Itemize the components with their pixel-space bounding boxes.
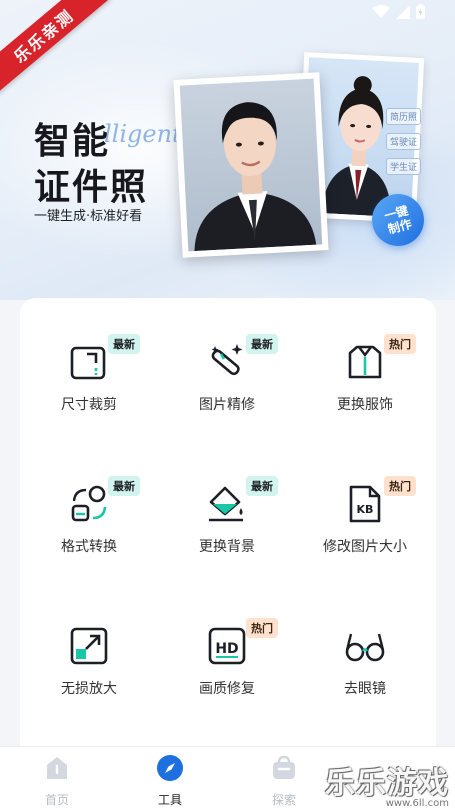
svg-text:KB: KB (357, 503, 374, 516)
sample-photo-male (173, 72, 329, 258)
tab-explore[interactable]: 探索 (244, 755, 324, 808)
photo-type-tags: 简历照 驾驶证 学生证 (386, 108, 422, 175)
glasses-icon (345, 633, 385, 662)
paint-bucket-icon (209, 486, 243, 522)
site-watermark: 乐乐游戏 www.6ll.com (325, 758, 449, 809)
tag-badge: 热门 (384, 476, 416, 496)
hero-subtitle: 一键生成·标准好看 (34, 209, 143, 224)
tool-quality-repair[interactable]: HD 热门 画质修复 (158, 582, 296, 712)
tag-badge: 最新 (246, 334, 278, 354)
watermark-title: 乐乐游戏 (325, 766, 449, 801)
tab-label: 工具 (157, 793, 182, 807)
enlarge-icon (70, 627, 108, 665)
tag-badge: 最新 (108, 334, 140, 354)
tool-change-background[interactable]: 最新 更换背景 (158, 440, 296, 570)
hero-banner[interactable]: 乐乐亲测 lligent 智能 证件照 一键生成·标准好看 简历照 驾驶证 学生… (0, 0, 455, 300)
tool-remove-glasses[interactable]: 去眼镜 (296, 582, 434, 712)
signal-icon (396, 4, 410, 19)
tool-retouch[interactable]: 最新 图片精修 (158, 298, 296, 428)
tag-badge: 热门 (384, 334, 416, 354)
tool-label: 更换服饰 (337, 397, 393, 413)
tag-badge: 最新 (246, 476, 278, 496)
tool-label: 尺寸裁剪 (61, 397, 117, 413)
status-bar (372, 4, 425, 19)
magic-wand-icon (211, 344, 243, 376)
tag-badge: 热门 (246, 618, 278, 638)
hero-script-text: lligent (104, 120, 182, 148)
tool-resize-image[interactable]: KB 热门 修改图片大小 (296, 440, 434, 570)
tag-license: 驾驶证 (386, 133, 422, 150)
tool-lossless-enlarge[interactable]: 无损放大 (20, 582, 158, 712)
hd-icon: HD (208, 627, 246, 665)
tag-student: 学生证 (386, 158, 422, 175)
tool-label: 无损放大 (61, 681, 117, 697)
tool-label: 更换背景 (199, 539, 255, 555)
format-convert-icon (71, 485, 107, 522)
portrait-male-illustration (194, 102, 317, 252)
kb-file-icon: KB (349, 485, 381, 523)
svg-text:HD: HD (215, 641, 238, 657)
tool-change-outfit[interactable]: 热门 更换服饰 (296, 298, 434, 428)
hero-title-line2: 证件照 (34, 167, 149, 208)
hero-title-line1: 智能 (34, 121, 111, 162)
shirt-icon (348, 345, 382, 379)
tab-label: 探索 (271, 793, 296, 807)
tool-label: 去眼镜 (344, 681, 386, 697)
tool-label: 图片精修 (199, 397, 255, 413)
compass-icon (157, 755, 183, 781)
battery-icon (416, 4, 425, 19)
tool-crop[interactable]: 最新 尺寸裁剪 (20, 298, 158, 428)
wifi-icon (372, 4, 390, 18)
tab-home[interactable]: 首页 (17, 755, 97, 808)
home-icon (47, 757, 67, 779)
tool-label: 画质修复 (199, 681, 255, 697)
tag-resume: 简历照 (386, 108, 422, 125)
tool-format-convert[interactable]: 最新 格式转换 (20, 440, 158, 570)
tab-tools[interactable]: 工具 (130, 755, 210, 808)
tool-label: 格式转换 (61, 539, 117, 555)
crop-icon (70, 346, 106, 380)
tab-label: 首页 (44, 793, 69, 807)
bag-icon (273, 755, 295, 779)
tools-card: 最新 尺寸裁剪 最新 图片精修 热门 更换服饰 最新 格式转换 最新 更换背景 … (20, 298, 436, 768)
tool-label: 修改图片大小 (323, 539, 407, 555)
tag-badge: 最新 (108, 476, 140, 496)
